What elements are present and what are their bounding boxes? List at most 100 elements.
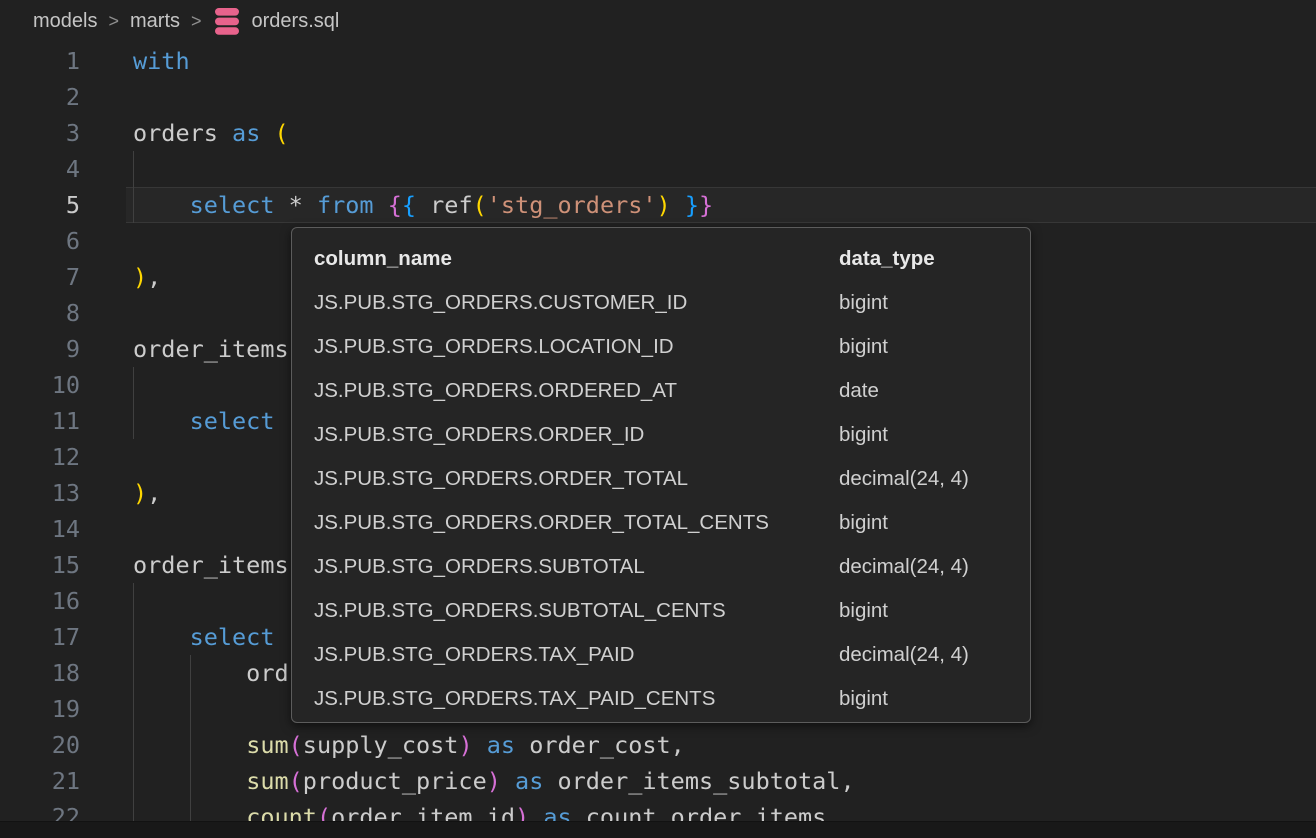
code-token: order_items bbox=[133, 335, 289, 363]
popup-column-name: JS.PUB.STG_ORDERS.TAX_PAID bbox=[314, 633, 839, 677]
line-number: 7 bbox=[0, 259, 80, 295]
code-line-text: sum(supply_cost) as order_cost, bbox=[80, 727, 685, 763]
code-token bbox=[473, 731, 487, 759]
code-token: ) bbox=[133, 263, 147, 291]
breadcrumb-file-name[interactable]: orders.sql bbox=[252, 10, 340, 33]
code-token bbox=[133, 731, 246, 759]
code-line-text bbox=[80, 223, 133, 259]
code-line-text: with bbox=[80, 43, 190, 79]
code-token: ) bbox=[133, 479, 147, 507]
code-line-text bbox=[80, 511, 133, 547]
code-token: order_items bbox=[133, 551, 289, 579]
popup-data-type: bigint bbox=[839, 501, 1030, 545]
chevron-right-icon: > bbox=[191, 11, 202, 32]
code-token: ( bbox=[289, 767, 303, 795]
popup-header: column_name bbox=[314, 237, 839, 281]
popup-column-name: JS.PUB.STG_ORDERS.ORDER_TOTAL bbox=[314, 457, 839, 501]
popup-column-name: JS.PUB.STG_ORDERS.SUBTOTAL_CENTS bbox=[314, 589, 839, 633]
code-line[interactable]: 2 bbox=[0, 79, 1316, 115]
code-line-text bbox=[80, 151, 133, 187]
code-line[interactable]: 3orders as ( bbox=[0, 115, 1316, 151]
code-line[interactable]: 4 bbox=[0, 151, 1316, 187]
code-token: order_items_subtotal, bbox=[543, 767, 854, 795]
line-number: 4 bbox=[0, 151, 80, 187]
code-token: ( bbox=[275, 119, 289, 147]
code-line-text bbox=[80, 691, 133, 727]
code-token bbox=[501, 767, 515, 795]
line-number: 13 bbox=[0, 475, 80, 511]
chevron-right-icon: > bbox=[108, 11, 119, 32]
line-number: 18 bbox=[0, 655, 80, 691]
code-token: select bbox=[190, 191, 275, 219]
code-token: ( bbox=[473, 191, 487, 219]
code-line-text: order_items bbox=[80, 547, 289, 583]
line-number: 16 bbox=[0, 583, 80, 619]
line-number: 19 bbox=[0, 691, 80, 727]
popup-column-name: JS.PUB.STG_ORDERS.CUSTOMER_ID bbox=[314, 281, 839, 325]
code-token: sum bbox=[246, 731, 288, 759]
code-line-text: ), bbox=[80, 475, 161, 511]
code-token: order_cost, bbox=[515, 731, 685, 759]
code-line-text bbox=[80, 79, 133, 115]
code-line-text: ord bbox=[80, 655, 289, 691]
code-token bbox=[133, 767, 246, 795]
code-token: select bbox=[190, 407, 275, 435]
code-token: { bbox=[402, 191, 416, 219]
popup-data-type: decimal(24, 4) bbox=[839, 545, 1030, 589]
line-number: 2 bbox=[0, 79, 80, 115]
code-token: ( bbox=[289, 731, 303, 759]
code-token: { bbox=[388, 191, 402, 219]
code-line-text bbox=[80, 367, 133, 403]
code-token: as bbox=[515, 767, 543, 795]
popup-column-name: JS.PUB.STG_ORDERS.ORDER_TOTAL_CENTS bbox=[314, 501, 839, 545]
popup-data-type: bigint bbox=[839, 413, 1030, 457]
code-token bbox=[671, 191, 685, 219]
line-number: 3 bbox=[0, 115, 80, 151]
code-line-text: order_items bbox=[80, 331, 289, 367]
column-type-table: column_namedata_typeJS.PUB.STG_ORDERS.CU… bbox=[314, 237, 1030, 721]
line-number: 8 bbox=[0, 295, 80, 331]
line-number: 14 bbox=[0, 511, 80, 547]
code-token bbox=[133, 623, 190, 651]
code-token: supply_cost bbox=[303, 731, 459, 759]
line-number: 6 bbox=[0, 223, 80, 259]
code-token: ) bbox=[657, 191, 671, 219]
code-token: ) bbox=[487, 767, 501, 795]
database-icon bbox=[215, 8, 239, 35]
code-line-text: sum(product_price) as order_items_subtot… bbox=[80, 763, 855, 799]
code-line-text: orders as ( bbox=[80, 115, 289, 151]
popup-data-type: date bbox=[839, 369, 1030, 413]
code-token: with bbox=[133, 47, 190, 75]
line-number: 5 bbox=[0, 187, 80, 223]
code-token: * bbox=[274, 191, 316, 219]
code-token: orders bbox=[133, 119, 232, 147]
popup-data-type: bigint bbox=[839, 325, 1030, 369]
line-number: 20 bbox=[0, 727, 80, 763]
line-number: 11 bbox=[0, 403, 80, 439]
code-line[interactable]: 5 select * from {{ ref('stg_orders') }} bbox=[0, 187, 1316, 223]
line-number: 9 bbox=[0, 331, 80, 367]
breadcrumb-item-models[interactable]: models bbox=[33, 10, 97, 33]
code-token: as bbox=[232, 119, 260, 147]
code-token: , bbox=[147, 479, 161, 507]
code-line-text: select bbox=[80, 619, 274, 655]
code-line[interactable]: 21 sum(product_price) as order_items_sub… bbox=[0, 763, 1316, 799]
line-number: 10 bbox=[0, 367, 80, 403]
code-token: 'stg_orders' bbox=[487, 191, 657, 219]
popup-data-type: bigint bbox=[839, 281, 1030, 325]
code-token: as bbox=[487, 731, 515, 759]
breadcrumb-item-marts[interactable]: marts bbox=[130, 10, 180, 33]
code-token bbox=[260, 119, 274, 147]
code-line-text bbox=[80, 439, 133, 475]
popup-data-type: bigint bbox=[839, 677, 1030, 721]
line-number: 21 bbox=[0, 763, 80, 799]
code-token bbox=[416, 191, 430, 219]
code-line-text: select * from {{ ref('stg_orders') }} bbox=[80, 187, 713, 223]
code-line[interactable]: 1with bbox=[0, 43, 1316, 79]
code-token: from bbox=[317, 191, 374, 219]
popup-column-name: JS.PUB.STG_ORDERS.TAX_PAID_CENTS bbox=[314, 677, 839, 721]
code-line[interactable]: 20 sum(supply_cost) as order_cost, bbox=[0, 727, 1316, 763]
line-number: 17 bbox=[0, 619, 80, 655]
code-token: select bbox=[190, 623, 275, 651]
code-token: } bbox=[685, 191, 699, 219]
